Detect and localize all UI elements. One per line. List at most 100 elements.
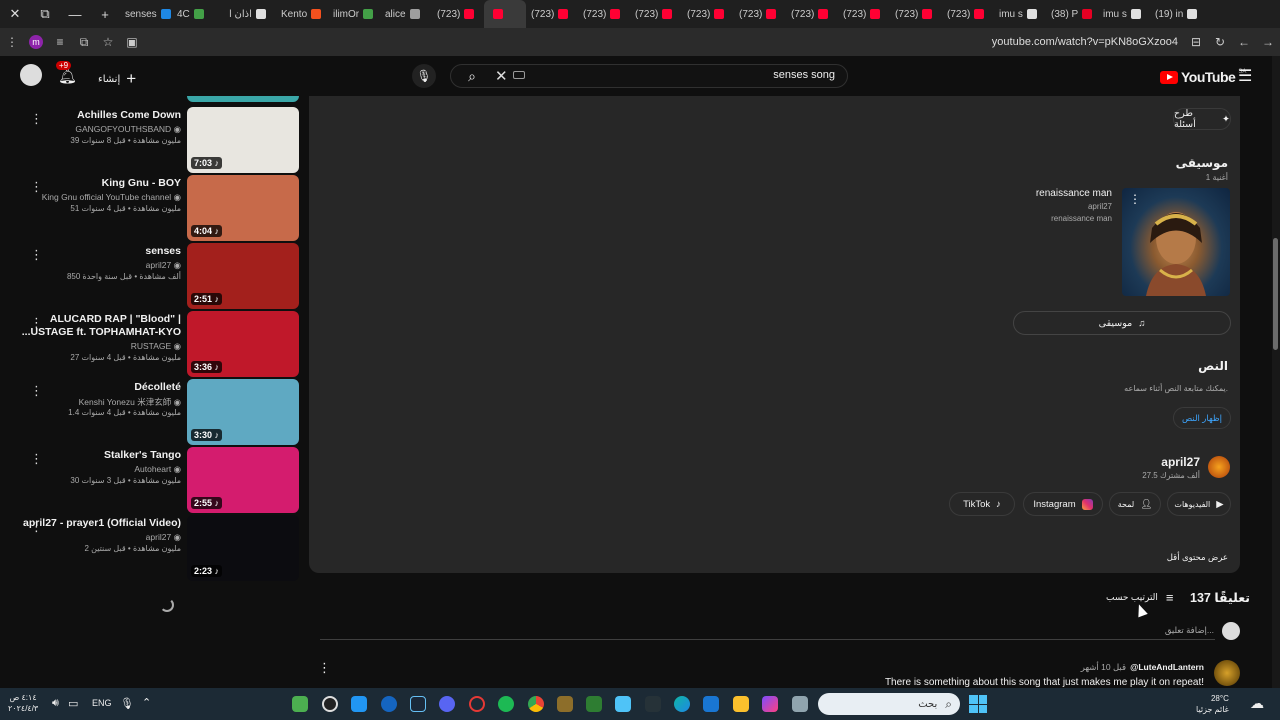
related-video-item[interactable]: ⋮ ALUCARD RAP | "Blood" | ...USTAGE ft. TO… [0,311,300,377]
app-icon-12[interactable] [615,696,631,712]
menu-icon[interactable]: ⋮ [0,28,24,56]
clear-search-icon[interactable]: ✕ [495,67,508,85]
song-album[interactable]: renaissance man [1051,214,1112,223]
video-channel[interactable]: RUSTAGE ◉ [21,341,181,352]
steam-icon[interactable] [410,696,426,712]
close-window-icon[interactable]: ✕ [0,0,30,28]
site-settings-icon[interactable]: ⊟ [1184,28,1208,56]
hamburger-menu-icon[interactable]: ☰ [1238,66,1252,86]
windows-start-icon[interactable] [969,695,987,713]
video-thumbnail[interactable]: 2:23 ♪ [187,515,299,581]
comment-more-icon[interactable]: ⋮ [318,660,331,676]
video-title[interactable]: Stalker's Tango [21,449,181,462]
video-title[interactable]: senses [21,245,181,258]
browser-tab[interactable]: imu s [1098,0,1150,28]
music-button[interactable]: موسيقى ♫ [1013,311,1231,335]
partial-thumbnail[interactable] [187,96,299,102]
video-thumbnail[interactable]: 2:51 ♪ [187,243,299,309]
album-more-icon[interactable]: ⋮ [1129,192,1141,206]
related-video-item[interactable]: ⋮ Décolleté Kenshi Yonezu 米津玄師 ◉ 1.4 مليون … [0,379,300,445]
network-icon[interactable]: ▭ [68,697,78,710]
app-icon-4[interactable] [381,696,397,712]
video-thumbnail[interactable]: 3:36 ♪ [187,311,299,377]
extensions-icon[interactable]: ⧉ [72,28,96,56]
browser-tab[interactable]: imu s [994,0,1046,28]
related-video-item[interactable]: ⋮ Stalker's Tango Autoheart ◉ 30 مليون مشاه… [0,447,300,513]
weather-widget[interactable]: 28°C غائم جزئيا [1196,693,1229,715]
microphone-icon[interactable]: 🎙︎ [120,697,134,710]
channel-name[interactable]: april27 [1161,455,1200,469]
browser-tab[interactable]: (723) [578,0,630,28]
browser-tab[interactable]: (723) [734,0,786,28]
tray-chevron-icon[interactable]: ⌃ [142,696,151,709]
browser-tab[interactable]: (723) [630,0,682,28]
browser-tab[interactable] [484,0,526,28]
video-title[interactable]: ALUCARD RAP | "Blood" | ...USTAGE ft. TOP… [21,313,181,339]
show-transcript-button[interactable]: إظهار النص [1173,407,1231,429]
browser-tab[interactable]: (19) in [1150,0,1202,28]
comment-author[interactable]: @LuteAndLantern [1130,662,1204,673]
app-icon-1[interactable] [292,696,308,712]
minimize-icon[interactable]: — [60,0,90,28]
about-link[interactable]: لمحة 👤︎ [1109,492,1161,516]
related-video-item[interactable]: ⋮ april27 - prayer1 (Official Video) april… [0,515,300,581]
video-channel[interactable]: GANGOFYOUTHSBAND ◉ [21,124,181,135]
browser-tab[interactable]: (723) [838,0,890,28]
browser-tab[interactable]: (723) [432,0,484,28]
related-video-item[interactable]: ⋮ Achilles Come Down GANGOFYOUTHSBAND ◉ 39 … [0,107,300,173]
file-explorer-icon[interactable] [733,696,749,712]
video-title[interactable]: april27 - prayer1 (Official Video) [21,517,181,530]
chrome-icon[interactable] [528,696,544,712]
store-icon[interactable] [703,696,719,712]
search-icon[interactable]: ⌕ [457,66,487,86]
browser-tab[interactable]: (723) [942,0,994,28]
video-channel[interactable]: april27 ◉ [21,532,181,543]
related-video-item[interactable]: ⋮ King Gnu - BOY King Gnu official YouTube… [0,175,300,241]
video-channel[interactable]: Autoheart ◉ [21,464,181,475]
app-icon-13[interactable] [645,696,661,712]
ask-questions-button[interactable]: طرح أسئلة ✦ [1173,108,1231,130]
favorite-star-icon[interactable]: ☆ [96,28,120,56]
browser-tab[interactable]: alice [380,0,432,28]
copilot-icon[interactable] [762,696,778,712]
discord-icon[interactable] [439,696,455,712]
video-thumbnail[interactable]: 3:30 ♪ [187,379,299,445]
browser-tab[interactable]: (723) [526,0,578,28]
browser-tab[interactable]: ilimOr [328,0,380,28]
video-thumbnail[interactable]: 4:04 ♪ [187,175,299,241]
collections-icon[interactable]: ▣ [120,28,144,56]
video-thumbnail[interactable]: 7:03 ♪ [187,107,299,173]
video-channel[interactable]: Kenshi Yonezu 米津玄師 ◉ [21,396,181,408]
browser-tab[interactable]: (723) [682,0,734,28]
video-title[interactable]: Achilles Come Down [21,109,181,122]
edge-icon[interactable] [674,696,690,712]
page-scrollbar[interactable] [1272,56,1280,688]
videos-link[interactable]: الفيديوهات ▶︎ [1167,492,1231,516]
video-title[interactable]: Décolleté [21,381,181,394]
app-icon-11[interactable] [586,696,602,712]
task-view-icon[interactable] [792,696,808,712]
video-thumbnail[interactable]: 2:55 ♪ [187,447,299,513]
search-input[interactable]: senses song [773,69,835,81]
show-less-button[interactable]: عرض محتوى أقل [1167,552,1228,563]
back-icon[interactable]: → [1256,28,1280,56]
video-channel[interactable]: april27 ◉ [21,260,181,271]
clock[interactable]: ٤:١٤ ص ٢٠٢٤/٤/٣ [8,692,38,714]
browser-tab[interactable]: (723) [786,0,838,28]
app-icon-10[interactable] [557,696,573,712]
comment-author-avatar[interactable] [1214,660,1240,686]
app-icon-3[interactable] [351,696,367,712]
read-aloud-icon[interactable]: ≡ [48,28,72,56]
browser-tab[interactable]: 4C [172,0,224,28]
refresh-icon[interactable]: ↻ [1208,28,1232,56]
browser-tab[interactable]: Kento [276,0,328,28]
voice-search-icon[interactable]: 🎙︎ [412,64,436,88]
instagram-link[interactable]: Instagram [1023,492,1103,516]
keyboard-icon[interactable] [513,71,525,79]
browser-tab[interactable]: اذان ا [224,0,276,28]
song-artist[interactable]: april27 [1088,202,1112,211]
scrollbar-thumb[interactable] [1273,238,1278,350]
volume-icon[interactable]: 🔊︎ [52,697,59,710]
add-comment-input[interactable]: إضافة تعليق... [1165,625,1214,636]
create-button[interactable]: إنشاء + [98,69,136,89]
